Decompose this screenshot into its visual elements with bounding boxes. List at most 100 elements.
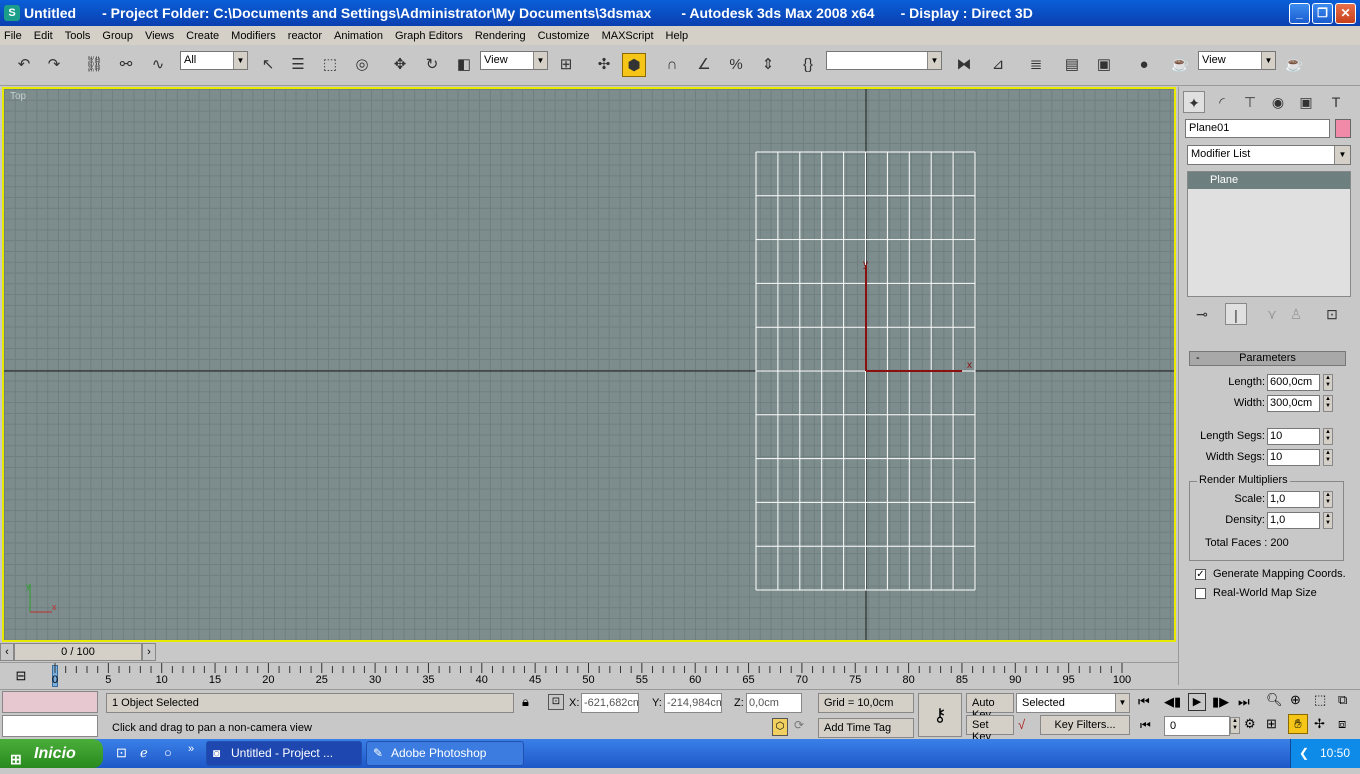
align-icon[interactable]: ⊿ [986,53,1010,77]
object-name-input[interactable]: Plane01 [1185,119,1330,138]
select-and-scale-icon[interactable]: ◧ [452,53,476,77]
render-view-dropdown[interactable]: View ▼ [1198,51,1276,70]
menu-create[interactable]: Create [186,30,225,42]
display-tab-icon[interactable]: ▣ [1295,91,1317,113]
create-tab-icon[interactable]: ✦ [1183,91,1205,113]
pivot-point-icon[interactable]: ⊞ [554,53,578,77]
width-segs-input[interactable]: 10 [1267,449,1320,466]
pin-stack-icon[interactable]: ⊸ [1191,303,1213,325]
internet-explorer-icon[interactable]: ℯ [140,745,148,761]
angle-snap-icon[interactable]: ∠ [692,53,716,77]
menu-group[interactable]: Group [102,30,139,42]
zoom-all-icon[interactable]: ⊕ [1290,692,1301,708]
mirror-icon[interactable]: ⧓ [952,53,976,77]
select-and-manipulate-icon[interactable]: ✣ [592,53,616,77]
motion-tab-icon[interactable]: ◉ [1267,91,1289,113]
time-tag-cube-icon[interactable]: ⬡ [772,718,788,736]
density-spinner[interactable]: ▲ ▼ [1323,512,1333,529]
scale-spinner[interactable]: ▲ ▼ [1323,491,1333,508]
restore-button[interactable]: ❐ [1312,3,1333,24]
show-desktop-icon[interactable]: ⊡ [116,745,127,761]
time-slider-next[interactable]: › [142,643,156,661]
width-spinner[interactable]: ▲ ▼ [1323,395,1333,412]
layer-manager-icon[interactable]: ≣ [1024,53,1048,77]
time-configuration-icon[interactable]: ⚙︎ [1244,716,1262,736]
zoom-extents-icon[interactable]: ⬚ [1314,692,1326,708]
maxscript-listener-mini[interactable] [2,691,98,713]
key-mode-dropdown[interactable]: Selected ▼ [1016,693,1130,713]
set-key-button[interactable]: Set Key [966,715,1014,743]
go-to-end-icon[interactable]: ⏭ [1238,694,1250,710]
zoom-icon[interactable]: 🔍︎ [1266,692,1283,708]
selection-filter-dropdown[interactable]: All ▼ [180,51,248,70]
menu-edit[interactable]: Edit [34,30,59,42]
set-key-icon[interactable]: ⚷ [918,693,962,737]
percent-snap-icon[interactable]: % [724,53,748,77]
reference-coordinate-dropdown[interactable]: View ▼ [480,51,548,70]
add-time-tag-button[interactable]: Add Time Tag [818,718,914,738]
menu-graph-editors[interactable]: Graph Editors [395,30,469,42]
modifier-list-dropdown[interactable]: Modifier List ▼ [1187,145,1351,165]
previous-frame-icon[interactable]: ◀▮ [1164,694,1181,710]
select-and-rotate-icon[interactable]: ↻ [420,53,444,77]
rectangular-selection-icon[interactable]: ⬚ [318,53,342,77]
material-editor-icon[interactable]: ● [1132,53,1156,77]
menu-customize[interactable]: Customize [538,30,596,42]
close-button[interactable]: ✕ [1335,3,1356,24]
redo-icon[interactable]: ↷ [42,53,66,77]
keyboard-shortcut-override-icon[interactable]: ⬢ [622,53,646,77]
quicklaunch-search-icon[interactable]: ○ [164,745,172,760]
key-curve-icon[interactable]: √ [1018,717,1025,732]
minimize-button[interactable]: _ [1289,3,1310,24]
menu-modifiers[interactable]: Modifiers [231,30,282,42]
unlink-icon[interactable]: ⚯ [114,53,138,77]
time-slider-prev[interactable]: ‹ [0,643,14,661]
go-to-start-icon[interactable]: ⏮ [1138,694,1150,710]
schematic-view-icon[interactable]: ▣ [1092,53,1116,77]
track-bar[interactable]: ⊟ 0 5 10 15 20 25 30 35 40 45 50 55 60 65 70 75 80 85 90 95… [0,662,1178,689]
pan-view-icon[interactable]: ✋︎ [1288,714,1308,734]
y-coordinate[interactable]: -214,984cm [664,693,722,713]
select-by-name-icon[interactable]: ☰ [286,53,310,77]
auto-key-button[interactable]: Auto Key [966,693,1014,721]
top-viewport[interactable]: Top x y x y [2,87,1176,642]
region-zoom-icon[interactable]: ⊞ [1266,716,1277,732]
length-spinner[interactable]: ▲ ▼ [1323,374,1333,391]
tray-arrow-icon[interactable]: ❮ [1299,739,1309,768]
absolute-mode-transform-icon[interactable]: ⊡ [548,694,564,710]
current-frame-spinner[interactable]: ▲ ▼ [1230,717,1240,734]
select-and-move-icon[interactable]: ✥ [388,53,412,77]
width-segs-spinner[interactable]: ▲ ▼ [1323,449,1333,466]
remove-modifier-icon[interactable]: ♙ [1285,303,1307,325]
menu-help[interactable]: Help [666,30,695,42]
selection-lock-icon[interactable]: 🔒︎ [522,694,529,710]
menu-views[interactable]: Views [145,30,180,42]
spinner-snap-icon[interactable]: ⇕ [756,53,780,77]
z-coordinate[interactable]: 0,0cm [746,693,802,713]
menu-file[interactable]: File [4,30,28,42]
generate-mapping-checkbox[interactable]: ✓ [1195,569,1206,580]
make-unique-icon[interactable]: ⋎ [1261,303,1283,325]
start-button[interactable]: ⊞ Inicio [0,739,103,768]
time-tag-arrows-icon[interactable]: ⟳ [794,718,804,732]
scale-input[interactable]: 1,0 [1267,491,1320,508]
zoom-extents-all-icon[interactable]: ⧉ [1338,692,1347,708]
time-slider-thumb[interactable]: 0 / 100 [14,643,142,661]
snaps-toggle-icon[interactable]: ∩ [660,53,684,77]
window-crossing-icon[interactable]: ◎ [350,53,374,77]
render-scene-icon[interactable]: ☕ [1168,53,1192,77]
show-end-result-icon[interactable]: | [1225,303,1247,325]
menu-rendering[interactable]: Rendering [475,30,532,42]
menu-animation[interactable]: Animation [334,30,389,42]
length-segs-spinner[interactable]: ▲ ▼ [1323,428,1333,445]
object-color-swatch[interactable] [1335,119,1351,138]
current-frame-input[interactable]: 0 [1164,716,1230,736]
edit-named-selection-icon[interactable]: {} [796,53,820,77]
taskbar-item-photoshop[interactable]: ✎ Adobe Photoshop [366,741,524,766]
curve-editor-icon[interactable]: ▤ [1060,53,1084,77]
taskbar-item-3dsmax[interactable]: ◙ Untitled - Project ... [206,741,362,766]
length-segs-input[interactable]: 10 [1267,428,1320,445]
x-coordinate[interactable]: -621,682cm [581,693,639,713]
stack-item-plane[interactable]: Plane [1188,172,1350,189]
undo-icon[interactable]: ↶ [12,53,36,77]
